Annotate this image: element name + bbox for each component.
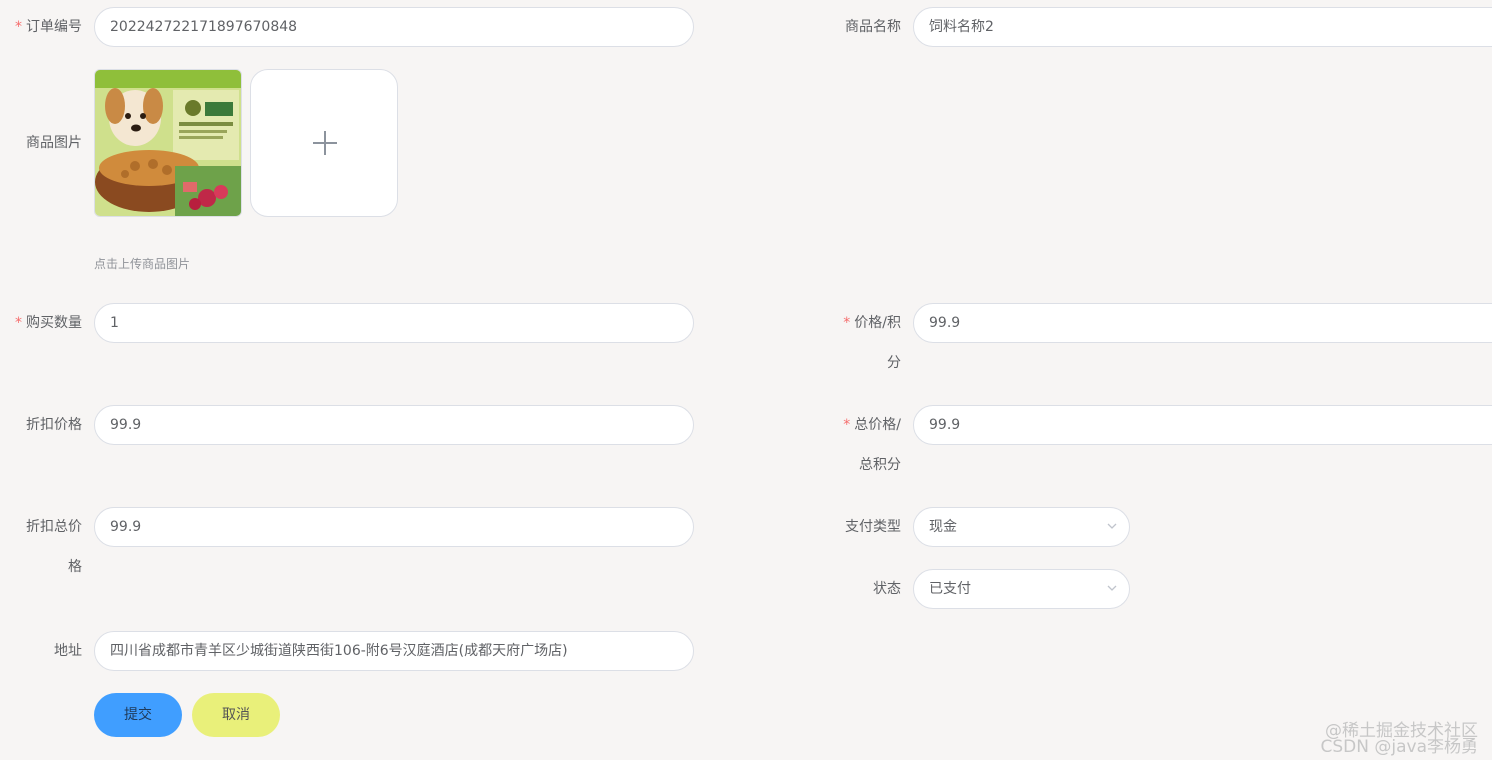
quantity-label: * 购买数量 (15, 315, 82, 331)
address-label: 地址 (54, 643, 82, 659)
discount-price-label: 折扣价格 (26, 417, 82, 433)
price-label-line2: 分 (887, 355, 901, 371)
quantity-input[interactable]: 1 (94, 303, 694, 343)
status-label: 状态 (873, 581, 901, 597)
required-mark: * (15, 19, 22, 35)
required-mark: * (843, 315, 851, 331)
pay-type-label: 支付类型 (845, 519, 901, 535)
cancel-button[interactable]: 取消 (192, 693, 280, 737)
product-name-input[interactable]: 饲料名称2 (913, 7, 1492, 47)
discount-total-input[interactable]: 99.9 (94, 507, 694, 547)
total-price-input[interactable]: 99.9 (913, 405, 1492, 445)
chevron-down-icon (1107, 585, 1117, 591)
price-label: * 价格/积 (843, 315, 901, 331)
product-image-thumbnail[interactable] (94, 69, 242, 217)
order-no-label: * 订单编号 (15, 19, 82, 35)
total-price-label-line2: 总积分 (859, 457, 901, 473)
price-input[interactable]: 99.9 (913, 303, 1492, 343)
required-mark: * (15, 315, 22, 331)
pay-type-select[interactable]: 现金 (913, 507, 1130, 547)
order-no-input[interactable]: 202242722171897670848 (94, 7, 694, 47)
product-name-label: 商品名称 (845, 19, 901, 35)
total-price-label: * 总价格/ (843, 417, 901, 433)
image-upload-button[interactable] (250, 69, 398, 217)
watermark-csdn: CSDN @java李杨勇 (1320, 737, 1479, 757)
submit-button[interactable]: 提交 (94, 693, 182, 737)
required-mark: * (843, 417, 851, 433)
chevron-down-icon (1107, 523, 1117, 529)
discount-price-input[interactable]: 99.9 (94, 405, 694, 445)
discount-total-label: 折扣总价 (26, 519, 82, 535)
upload-tip: 点击上传商品图片 (94, 257, 191, 271)
dog-food-image (95, 70, 241, 216)
address-input[interactable]: 四川省成都市青羊区少城街道陕西街106-附6号汉庭酒店(成都天府广场店) (94, 631, 694, 671)
discount-total-label-line2: 格 (68, 559, 82, 575)
status-select[interactable]: 已支付 (913, 569, 1130, 609)
product-image-label: 商品图片 (26, 135, 82, 151)
